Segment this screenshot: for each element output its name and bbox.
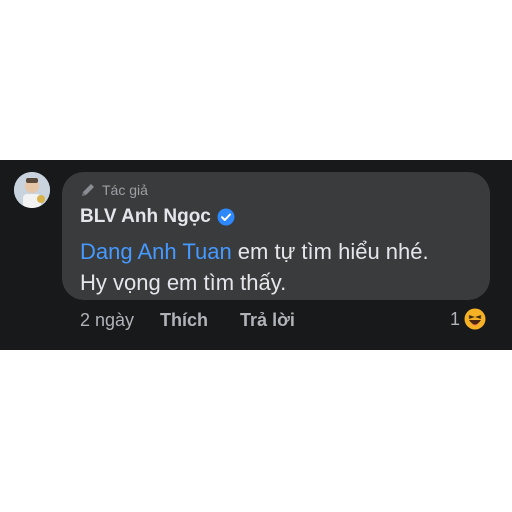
author-badge-label: Tác giả — [102, 182, 148, 198]
author-name[interactable]: BLV Anh Ngọc — [80, 206, 235, 228]
comment-text: Dang Anh Tuan em tự tìm hiểu nhé. Hy vọn… — [80, 236, 480, 298]
like-button[interactable]: Thích — [160, 310, 208, 331]
comment-bubble: Tác giả BLV Anh Ngọc Dang Anh Tuan em tự… — [62, 172, 490, 300]
reaction-count: 1 — [450, 308, 461, 329]
author-badge: Tác giả — [80, 182, 148, 198]
pencil-icon — [82, 184, 94, 196]
avatar-image — [14, 172, 50, 208]
comment-text-line2: Hy vọng em tìm thấy. — [80, 270, 287, 295]
haha-emoji-icon — [464, 308, 486, 330]
reply-button[interactable]: Trả lời — [240, 310, 295, 331]
comment-section: Tác giả BLV Anh Ngọc Dang Anh Tuan em tự… — [0, 160, 512, 350]
author-name-text[interactable]: BLV Anh Ngọc — [80, 206, 211, 228]
comment-actions: 2 ngày Thích Trả lời — [80, 310, 295, 331]
avatar[interactable] — [14, 172, 50, 208]
comment-timestamp[interactable]: 2 ngày — [80, 310, 134, 331]
reaction-summary[interactable]: 1 — [450, 308, 486, 330]
comment-text-rest: em tự tìm hiểu nhé. — [231, 239, 429, 264]
mention-link[interactable]: Dang Anh Tuan — [80, 239, 232, 264]
verified-badge-icon — [217, 208, 235, 226]
